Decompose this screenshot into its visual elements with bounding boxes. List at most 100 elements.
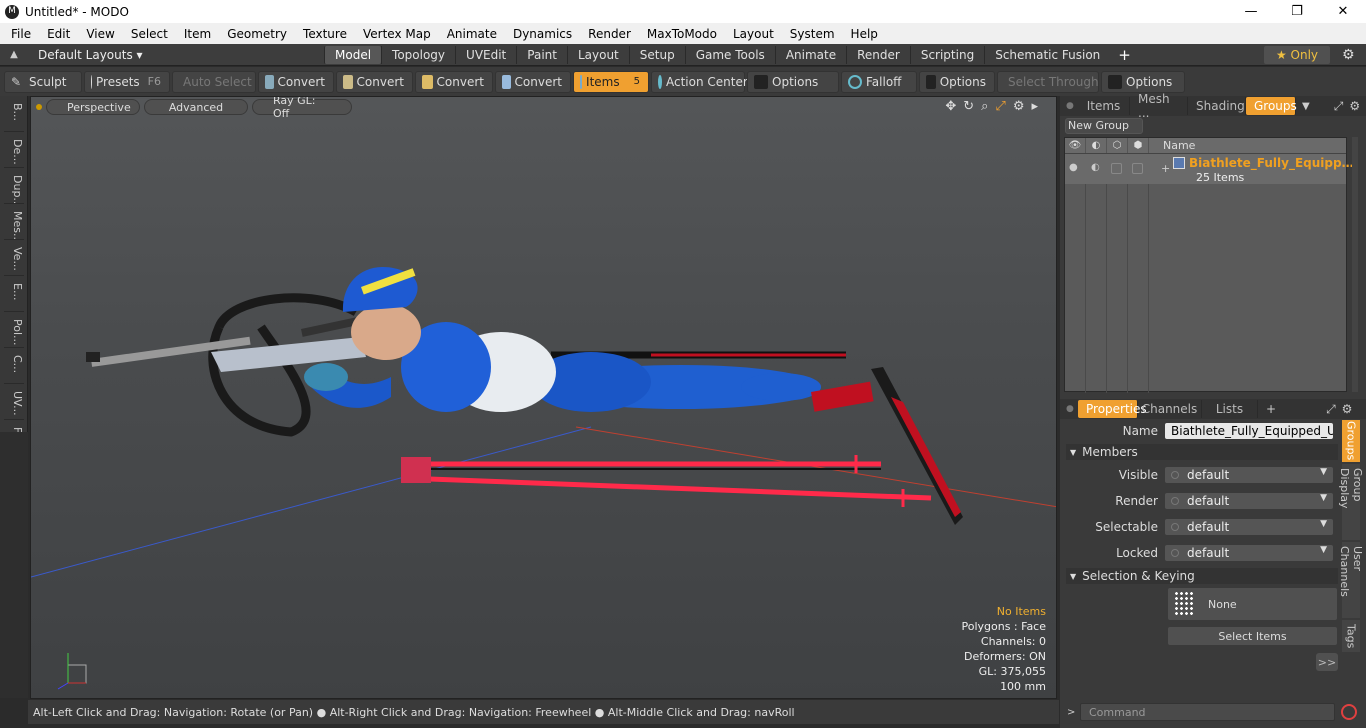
- convert-button-4[interactable]: Convert: [495, 70, 571, 93]
- members-section[interactable]: ▼ Members: [1066, 444, 1338, 460]
- convert-button-1[interactable]: Convert: [258, 70, 334, 93]
- panel-settings-icon[interactable]: ⚙: [1349, 99, 1360, 113]
- only-button[interactable]: ★ Only: [1264, 45, 1330, 64]
- row-render-icon[interactable]: ◐: [1091, 162, 1100, 173]
- select-items-button[interactable]: Select Items: [1167, 626, 1338, 646]
- left-tab-curve[interactable]: C...: [4, 351, 24, 384]
- tab-scripting[interactable]: Scripting: [909, 45, 984, 64]
- render-dropdown[interactable]: default ▼: [1164, 492, 1334, 510]
- tab-properties[interactable]: Properties: [1078, 400, 1147, 418]
- menu-help[interactable]: Help: [843, 27, 886, 41]
- new-group-button[interactable]: New Group: [1065, 118, 1143, 134]
- layout-preset-dropdown[interactable]: Default Layouts ▾: [28, 48, 324, 62]
- menu-file[interactable]: File: [3, 27, 39, 41]
- tab-lists[interactable]: Lists: [1202, 400, 1258, 418]
- vtab-tags[interactable]: Tags: [1342, 620, 1360, 652]
- expand-icon[interactable]: ▲: [0, 49, 28, 60]
- properties-settings-icon[interactable]: ⚙: [1342, 402, 1353, 416]
- name-field[interactable]: Biathlete_Fully_Equipped_USA_T: [1164, 422, 1334, 440]
- menu-layout[interactable]: Layout: [725, 27, 782, 41]
- panel-maximize-icon[interactable]: ⤢: [1334, 99, 1344, 114]
- tab-paint[interactable]: Paint: [516, 45, 567, 64]
- presets-button[interactable]: Presets F6: [84, 70, 170, 93]
- menu-geometry[interactable]: Geometry: [219, 27, 295, 41]
- 3d-viewport[interactable]: Perspective Advanced Ray GL: Off ✥ ↻ ⌕ ⤢…: [30, 96, 1057, 699]
- vtab-group-display[interactable]: Group Display: [1338, 464, 1364, 540]
- options-button-1[interactable]: Options: [747, 70, 839, 93]
- items-button[interactable]: Items 5: [573, 70, 649, 93]
- tab-model[interactable]: Model: [324, 45, 382, 64]
- panel-grip-icon[interactable]: ●: [1060, 101, 1078, 111]
- options-button-2[interactable]: Options: [919, 70, 995, 93]
- properties-maximize-icon[interactable]: ⤢: [1326, 402, 1336, 417]
- close-button[interactable]: ✕: [1320, 0, 1366, 23]
- visibility-eye-icon[interactable]: 👁: [1065, 138, 1086, 153]
- menu-texture[interactable]: Texture: [295, 27, 355, 41]
- expand-plus-icon[interactable]: +: [1161, 162, 1170, 175]
- tab-setup[interactable]: Setup: [628, 45, 685, 64]
- auto-select-button[interactable]: Auto Select: [172, 70, 256, 93]
- menu-maxtomodo[interactable]: MaxToModo: [639, 27, 725, 41]
- minimize-button[interactable]: —: [1228, 0, 1274, 23]
- maximize-button[interactable]: ❐: [1274, 0, 1320, 23]
- left-tab-duplicate[interactable]: Dup...: [4, 171, 24, 204]
- selectable-icon[interactable]: ⬡: [1107, 138, 1128, 153]
- locked-dropdown[interactable]: default ▼: [1164, 544, 1334, 562]
- menu-item[interactable]: Item: [176, 27, 219, 41]
- row-lock-box[interactable]: [1132, 163, 1143, 174]
- add-properties-tab-button[interactable]: +: [1258, 402, 1276, 416]
- groups-scrollbar[interactable]: [1352, 137, 1358, 392]
- keying-none-button[interactable]: None: [1167, 587, 1338, 621]
- menu-dynamics[interactable]: Dynamics: [505, 27, 580, 41]
- menu-edit[interactable]: Edit: [39, 27, 78, 41]
- tab-shading[interactable]: Shading: [1188, 97, 1246, 115]
- selectable-dropdown[interactable]: default ▼: [1164, 518, 1334, 536]
- action-center-button[interactable]: Action Center: [651, 70, 748, 93]
- panel-grip-icon-2[interactable]: ●: [1060, 404, 1078, 414]
- record-icon[interactable]: [1341, 704, 1357, 720]
- visible-dropdown[interactable]: default ▼: [1164, 466, 1334, 484]
- tab-render[interactable]: Render: [846, 45, 910, 64]
- menu-vertex-map[interactable]: Vertex Map: [355, 27, 439, 41]
- more-button[interactable]: >>: [1316, 653, 1338, 671]
- vtab-user-channels[interactable]: User Channels: [1338, 542, 1364, 618]
- menu-view[interactable]: View: [78, 27, 122, 41]
- menu-system[interactable]: System: [782, 27, 843, 41]
- lock-icon[interactable]: ⬢: [1128, 138, 1149, 153]
- tab-channels[interactable]: Channels: [1138, 400, 1202, 418]
- menu-select[interactable]: Select: [123, 27, 176, 41]
- tab-game-tools[interactable]: Game Tools: [684, 45, 775, 64]
- convert-button-2[interactable]: Convert: [336, 70, 413, 93]
- tab-uvedit[interactable]: UVEdit: [455, 45, 516, 64]
- falloff-button[interactable]: Falloff: [841, 70, 917, 93]
- select-through-button[interactable]: Select Through: [997, 70, 1099, 93]
- left-tab-uv[interactable]: UV...: [4, 387, 24, 420]
- left-tab-mesh[interactable]: Mes...: [4, 207, 24, 240]
- tab-items[interactable]: Items: [1078, 97, 1130, 115]
- options-button-3[interactable]: Options: [1101, 70, 1185, 93]
- row-selectable-box[interactable]: [1111, 163, 1122, 174]
- left-tab-edge[interactable]: E...: [4, 279, 24, 312]
- tab-groups[interactable]: Groups: [1246, 97, 1297, 115]
- convert-button-3[interactable]: Convert: [415, 70, 493, 93]
- row-visibility-icon[interactable]: ●: [1069, 162, 1078, 173]
- command-input[interactable]: Command: [1080, 703, 1335, 721]
- tab-menu-chevron-icon[interactable]: ▼: [1296, 101, 1310, 112]
- tab-animate[interactable]: Animate: [774, 45, 846, 64]
- sculpt-button[interactable]: ✎ Sculpt: [4, 70, 82, 93]
- menu-render[interactable]: Render: [580, 27, 639, 41]
- left-tab-deform[interactable]: De...: [4, 135, 24, 168]
- left-tab-basic[interactable]: B...: [4, 99, 24, 132]
- group-row[interactable]: ● ◐ + Biathlete_Fully_Equipped_USA_T 25 …: [1065, 154, 1359, 184]
- add-tab-button[interactable]: +: [1118, 46, 1131, 64]
- tab-mesh[interactable]: Mesh ...: [1130, 92, 1188, 120]
- render-icon[interactable]: ◐: [1086, 138, 1107, 153]
- command-expand-icon[interactable]: >: [1067, 707, 1075, 718]
- left-tab-polygon[interactable]: Pol...: [4, 315, 24, 348]
- vtab-groups[interactable]: Groups: [1342, 420, 1360, 462]
- settings-gear-icon[interactable]: ⚙: [1342, 47, 1355, 63]
- tab-topology[interactable]: Topology: [381, 45, 455, 64]
- tab-schematic-fusion[interactable]: Schematic Fusion: [984, 45, 1110, 64]
- tab-layout[interactable]: Layout: [566, 45, 629, 64]
- groups-list[interactable]: 👁 ◐ ⬡ ⬢ Name ● ◐ + Biathlete_Fully_Equip…: [1064, 137, 1359, 393]
